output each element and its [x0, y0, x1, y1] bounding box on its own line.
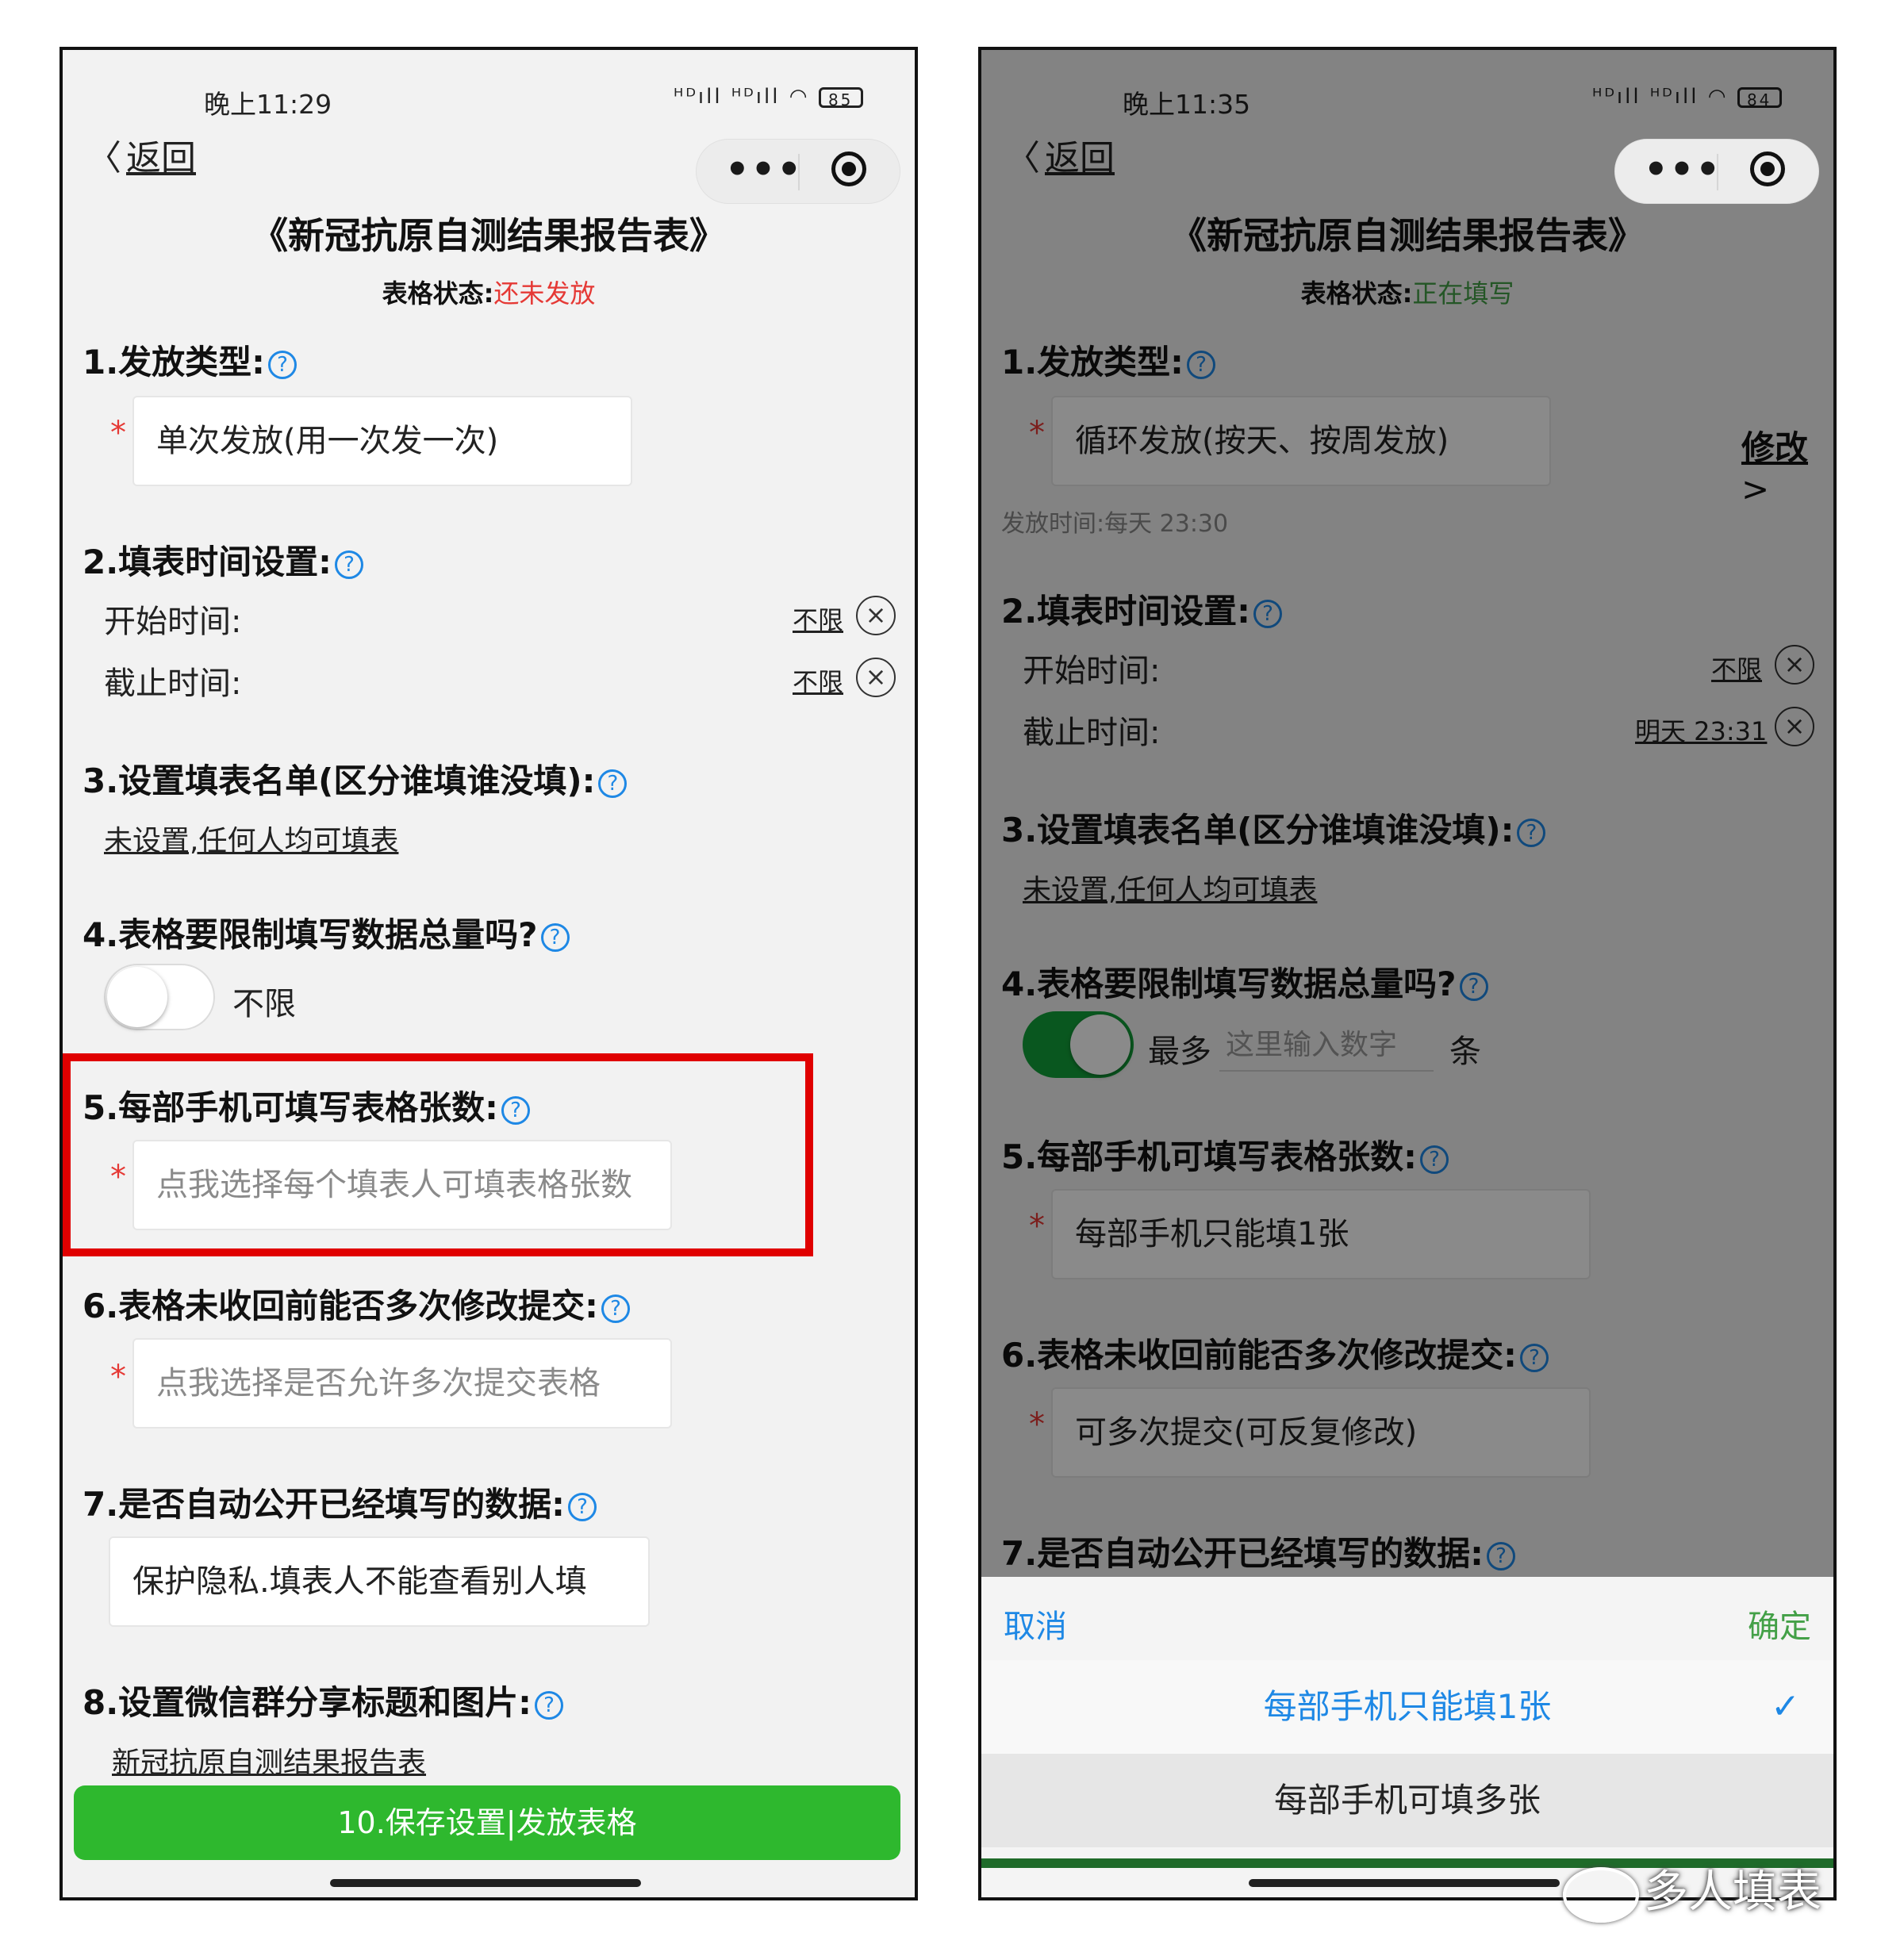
section-data-limit: 4.表格要限制填写数据总量吗?? [83, 908, 570, 957]
home-indicator [1249, 1879, 1560, 1887]
picker-option-multi-sheet[interactable]: 每部手机可填多张 [981, 1754, 1833, 1847]
picker-sheet: 取消 确定 每部手机只能填1张 ✓ 每部手机可填多张 [981, 1577, 1833, 1897]
check-icon: ✓ [1771, 1686, 1800, 1727]
watermark: 多人填表 [1563, 1856, 1821, 1923]
chevron-left-icon: 〈 [86, 138, 121, 178]
form-state: 表格状态:还未发放 [63, 274, 915, 310]
multi-submit-select[interactable]: 点我选择是否允许多次提交表格 [132, 1338, 672, 1429]
save-issue-button[interactable]: 10.保存设置|发放表格 [74, 1785, 900, 1860]
capsule-divider [1717, 154, 1718, 190]
close-miniprogram-icon[interactable] [831, 151, 866, 186]
section-public-data: 7.是否自动公开已经填写的数据:? [83, 1478, 597, 1526]
section-multi-submit: 6.表格未收回前能否多次修改提交:? [83, 1279, 630, 1328]
left-phone-screen: 晚上11:29 ᴴᴰıll ᴴᴰıll ◠ 85 〈返回 ••• 《新冠抗原自测… [60, 47, 918, 1900]
state-label: 表格状态: [382, 278, 494, 309]
section-share-title: 8.设置微信群分享标题和图片:? [83, 1676, 563, 1724]
required-star: * [110, 1159, 126, 1195]
share-title-link[interactable]: 新冠抗原自测结果报告表 [112, 1739, 426, 1781]
close-miniprogram-icon[interactable] [1750, 151, 1785, 186]
section-issue-type: 1.发放类型:? [83, 336, 297, 384]
clear-end-icon[interactable]: × [856, 658, 896, 697]
help-icon[interactable]: ? [567, 1492, 597, 1521]
end-time-label: 截止时间: [104, 665, 242, 702]
back-button[interactable]: 〈返回 [86, 129, 196, 180]
required-star: * [110, 415, 126, 451]
signal-wifi-icon: ᴴᴰıll ᴴᴰıll ◠ [674, 85, 810, 109]
home-indicator [330, 1879, 641, 1887]
section-time-settings: 2.填表时间设置:? [83, 535, 363, 584]
clear-start-icon[interactable]: × [856, 596, 896, 635]
back-label: 返回 [126, 138, 196, 178]
toggle-knob [107, 967, 167, 1027]
miniprogram-capsule: ••• [696, 139, 900, 204]
sheets-per-phone-select[interactable]: 点我选择每个填表人可填表格张数 [132, 1140, 672, 1230]
miniprogram-capsule: ••• [1614, 139, 1819, 204]
start-time-label: 开始时间: [104, 604, 242, 640]
battery-icon: 85 [818, 86, 863, 109]
help-icon[interactable]: ? [601, 1294, 630, 1323]
help-icon[interactable]: ? [334, 550, 363, 579]
start-time-value[interactable]: 不限 [793, 600, 843, 637]
cancel-button[interactable]: 取消 [1004, 1601, 1067, 1647]
help-icon[interactable]: ? [598, 769, 628, 798]
issue-type-select[interactable]: 单次发放(用一次发一次) [132, 396, 632, 486]
form-title: 《新冠抗原自测结果报告表》 [251, 214, 726, 257]
right-phone-screen: 晚上11:35 ᴴᴰıll ᴴᴰıll ◠ 84 〈返回 ••• 《新冠抗原自测… [978, 47, 1837, 1900]
confirm-button[interactable]: 确定 [1748, 1601, 1811, 1647]
help-icon[interactable]: ? [501, 1095, 530, 1125]
status-icons: ᴴᴰıll ᴴᴰıll ◠ 85 [674, 85, 863, 109]
more-icon[interactable]: ••• [725, 148, 803, 192]
picker-option-one-sheet[interactable]: 每部手机只能填1张 ✓ [981, 1660, 1833, 1754]
limit-text: 不限 [232, 986, 296, 1022]
help-icon[interactable]: ? [540, 922, 570, 952]
required-star: * [110, 1359, 126, 1395]
public-data-select[interactable]: 保护隐私.填表人不能查看别人填 [109, 1536, 650, 1627]
end-time-value[interactable]: 不限 [793, 662, 843, 699]
more-icon[interactable]: ••• [1644, 148, 1722, 192]
help-icon[interactable]: ? [267, 350, 297, 379]
modal-overlay[interactable] [981, 50, 1833, 1577]
fill-list-link[interactable]: 未设置,任何人均可填表 [104, 818, 398, 859]
section-sheets-per-phone: 5.每部手机可填写表格张数:? [83, 1081, 530, 1129]
help-icon[interactable]: ? [534, 1690, 563, 1720]
status-time: 晚上11:29 [204, 89, 332, 120]
capsule-divider [798, 154, 800, 190]
wechat-icon [1563, 1866, 1639, 1923]
limit-toggle[interactable] [104, 964, 215, 1030]
state-value: 还未发放 [493, 278, 596, 309]
section-fill-list: 3.设置填表名单(区分谁填谁没填):? [83, 754, 628, 803]
